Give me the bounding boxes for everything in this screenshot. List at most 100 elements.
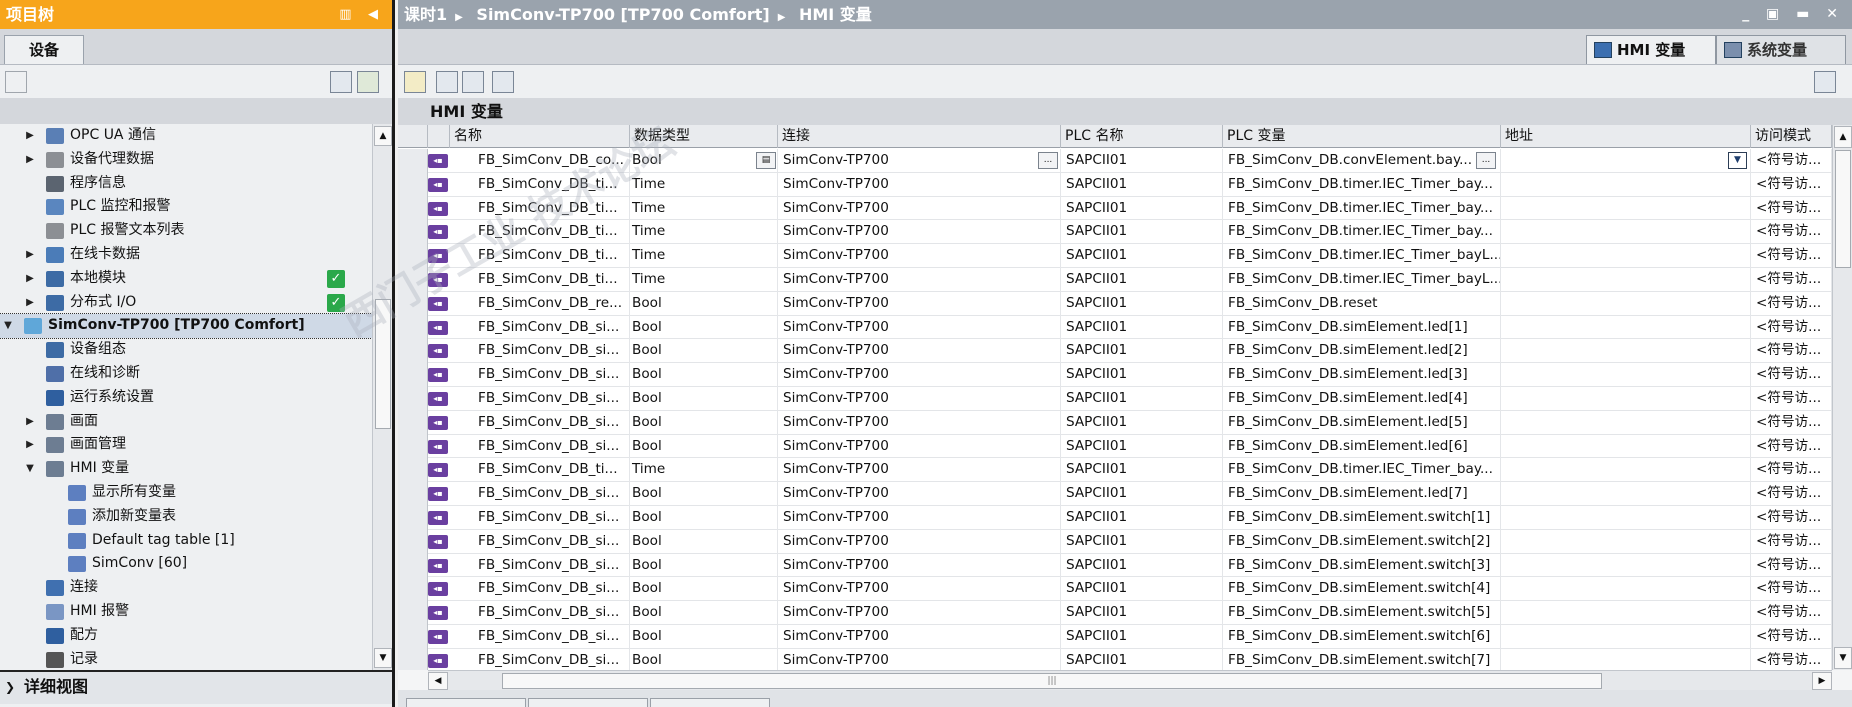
import-icon[interactable] bbox=[462, 71, 484, 93]
row-marker[interactable] bbox=[398, 458, 428, 483]
tree-item[interactable]: ▶ OPC UA 通信 bbox=[0, 124, 372, 148]
scroll-down-icon[interactable]: ▼ bbox=[374, 648, 392, 668]
cell-datatype[interactable]: Bool bbox=[630, 577, 778, 602]
cell-datatype[interactable]: Time bbox=[630, 268, 778, 292]
expand-right-icon[interactable]: ▶ bbox=[24, 267, 36, 291]
row-marker[interactable] bbox=[398, 506, 428, 530]
tree-item[interactable]: ▶ 画面 bbox=[0, 410, 372, 434]
window-controls[interactable]: _ ▣ ▬ ✕ bbox=[1742, 0, 1844, 29]
panel-collapse-controls[interactable]: ▥ ◀ bbox=[339, 0, 384, 29]
tree-item[interactable]: ▶ 本地模块 ✓ bbox=[0, 267, 372, 291]
cell-plc-name[interactable]: SAPCII01 bbox=[1061, 315, 1223, 340]
table-vertical-scrollbar[interactable]: ▲ ▼ bbox=[1832, 125, 1852, 670]
table-row[interactable]: ◂▪ FB_SimConv_DB_si... Bool SimConv-TP700 SA… bbox=[398, 482, 1832, 506]
row-marker[interactable] bbox=[398, 577, 428, 602]
cell-datatype[interactable]: Bool bbox=[630, 363, 778, 387]
column-header-connection[interactable]: 连接 bbox=[778, 125, 1061, 148]
row-marker[interactable] bbox=[398, 529, 428, 554]
breadcrumb-item-hmi-tags[interactable]: HMI 变量 bbox=[799, 5, 872, 24]
cell-access-mode[interactable]: <符号访... bbox=[1751, 506, 1832, 530]
row-marker[interactable] bbox=[398, 434, 428, 459]
cell-connection[interactable]: SimConv-TP700 bbox=[778, 529, 1061, 554]
cell-name[interactable]: FB_SimConv_DB_ti... bbox=[450, 244, 630, 268]
cell-datatype[interactable]: Bool bbox=[630, 315, 778, 340]
table-row[interactable]: ◂▪ FB_SimConv_DB_si... Bool SimConv-TP700 SA… bbox=[398, 625, 1832, 649]
connection-browse-button[interactable]: ... bbox=[1038, 152, 1058, 169]
cell-connection[interactable]: SimConv-TP700 bbox=[778, 577, 1061, 602]
cell-plc-name[interactable]: SAPCII01 bbox=[1061, 458, 1223, 483]
row-marker[interactable] bbox=[398, 291, 428, 316]
row-marker[interactable] bbox=[398, 268, 428, 292]
cell-plc-tag[interactable]: FB_SimConv_DB.simElement.switch[6] bbox=[1223, 625, 1501, 649]
row-marker[interactable] bbox=[398, 339, 428, 364]
tag-link-icon[interactable] bbox=[492, 71, 514, 93]
tree-properties-icon[interactable] bbox=[5, 71, 27, 93]
row-marker[interactable] bbox=[398, 410, 428, 435]
tree-scrollbar[interactable]: ▲ ▼ bbox=[372, 124, 392, 670]
cell-plc-name[interactable]: SAPCII01 bbox=[1061, 506, 1223, 530]
cell-plc-tag[interactable]: FB_SimConv_DB.timer.IEC_Timer_bay... bbox=[1223, 458, 1501, 483]
cell-plc-tag[interactable]: FB_SimConv_DB.timer.IEC_Timer_bay... bbox=[1223, 172, 1501, 197]
cell-access-mode[interactable]: <符号访... bbox=[1751, 387, 1832, 411]
breadcrumb-item-device[interactable]: SimConv-TP700 [TP700 Comfort] bbox=[476, 5, 769, 24]
plc-tag-browse-button[interactable]: ... bbox=[1476, 152, 1496, 169]
expand-right-icon[interactable]: ▶ bbox=[24, 433, 36, 457]
tab-system-tags[interactable]: 系统变量 bbox=[1716, 35, 1846, 64]
cell-name[interactable]: FB_SimConv_DB_si... bbox=[450, 506, 630, 530]
breadcrumb-item-project[interactable]: 课时1 bbox=[404, 5, 447, 24]
tree-item[interactable]: 连接 bbox=[0, 576, 372, 600]
cell-address[interactable] bbox=[1501, 220, 1751, 245]
cell-plc-tag[interactable]: FB_SimConv_DB.simElement.switch[5] bbox=[1223, 601, 1501, 625]
address-dropdown-button[interactable]: ▼ bbox=[1728, 152, 1747, 169]
column-header-plc-tag[interactable]: PLC 变量 bbox=[1223, 125, 1501, 148]
cell-plc-name[interactable]: SAPCII01 bbox=[1061, 648, 1223, 670]
tree-item[interactable]: 记录 bbox=[0, 648, 372, 670]
cell-plc-name[interactable]: SAPCII01 bbox=[1061, 601, 1223, 625]
cell-address[interactable] bbox=[1501, 625, 1751, 649]
tab-hmi-tags[interactable]: HMI 变量 bbox=[1586, 35, 1716, 64]
table-row[interactable]: ◂▪ FB_SimConv_DB_si... Bool SimConv-TP700 SA… bbox=[398, 434, 1832, 459]
tree-item[interactable]: ▶ 在线卡数据 bbox=[0, 243, 372, 267]
cell-address[interactable] bbox=[1501, 410, 1751, 435]
column-settings-icon[interactable] bbox=[1814, 71, 1836, 93]
cell-access-mode[interactable]: <符号访... bbox=[1751, 220, 1832, 245]
table-row[interactable]: ◂▪ FB_SimConv_DB_si... Bool SimConv-TP700 SA… bbox=[398, 506, 1832, 530]
cell-plc-tag[interactable]: FB_SimConv_DB.reset bbox=[1223, 291, 1501, 316]
tab-devices[interactable]: 设备 bbox=[4, 35, 84, 64]
cell-plc-name[interactable]: SAPCII01 bbox=[1061, 553, 1223, 578]
table-row[interactable]: ◂▪ FB_SimConv_DB_ti... Time SimConv-TP700 SA… bbox=[398, 458, 1832, 483]
cell-plc-tag[interactable]: FB_SimConv_DB.simElement.switch[2] bbox=[1223, 529, 1501, 554]
cell-name[interactable]: FB_SimConv_DB_si... bbox=[450, 387, 630, 411]
add-tag-icon[interactable] bbox=[404, 71, 426, 93]
cell-name[interactable]: FB_SimConv_DB_si... bbox=[450, 625, 630, 649]
cell-access-mode[interactable]: <符号访... bbox=[1751, 291, 1832, 316]
cell-access-mode[interactable]: <符号访... bbox=[1751, 268, 1832, 292]
expand-right-icon[interactable]: ▶ bbox=[24, 291, 36, 315]
cell-datatype[interactable]: Time bbox=[630, 172, 778, 197]
cell-address[interactable] bbox=[1501, 482, 1751, 506]
cell-access-mode[interactable]: <符号访... bbox=[1751, 363, 1832, 387]
table-hscroll-thumb[interactable]: ||| bbox=[502, 673, 1602, 689]
cell-access-mode[interactable]: <符号访... bbox=[1751, 482, 1832, 506]
tree-item[interactable]: ▶ 画面管理 bbox=[0, 433, 372, 457]
cell-plc-tag[interactable]: FB_SimConv_DB.simElement.led[1] bbox=[1223, 315, 1501, 340]
cell-address[interactable] bbox=[1501, 172, 1751, 197]
cell-datatype[interactable]: Bool bbox=[630, 601, 778, 625]
row-marker[interactable] bbox=[398, 625, 428, 649]
column-header-datatype[interactable]: 数据类型 bbox=[630, 125, 778, 148]
row-marker[interactable] bbox=[398, 220, 428, 245]
cell-name[interactable]: FB_SimConv_DB_si... bbox=[450, 363, 630, 387]
cell-address[interactable] bbox=[1501, 458, 1751, 483]
table-row[interactable]: ◂▪ FB_SimConv_DB_re... Bool SimConv-TP700 SA… bbox=[398, 291, 1832, 316]
table-row[interactable]: ◂▪ FB_SimConv_DB_si... Bool SimConv-TP700 SA… bbox=[398, 648, 1832, 670]
table-row[interactable]: ◂▪ FB_SimConv_DB_ti... Time SimConv-TP700 SA… bbox=[398, 244, 1832, 268]
row-marker[interactable] bbox=[398, 196, 428, 221]
cell-datatype[interactable]: Bool bbox=[630, 339, 778, 364]
cell-datatype[interactable]: Time bbox=[630, 458, 778, 483]
cell-connection[interactable]: SimConv-TP700 bbox=[778, 268, 1061, 292]
table-row[interactable]: ◂▪ FB_SimConv_DB_si... Bool SimConv-TP700 SA… bbox=[398, 601, 1832, 625]
cell-plc-tag[interactable]: FB_SimConv_DB.simElement.led[4] bbox=[1223, 387, 1501, 411]
cell-name[interactable]: FB_SimConv_DB_si... bbox=[450, 529, 630, 554]
column-header-access-mode[interactable]: 访问模式 bbox=[1751, 125, 1832, 148]
table-row[interactable]: ◂▪ FB_SimConv_DB_si... Bool SimConv-TP700 SA… bbox=[398, 577, 1832, 602]
